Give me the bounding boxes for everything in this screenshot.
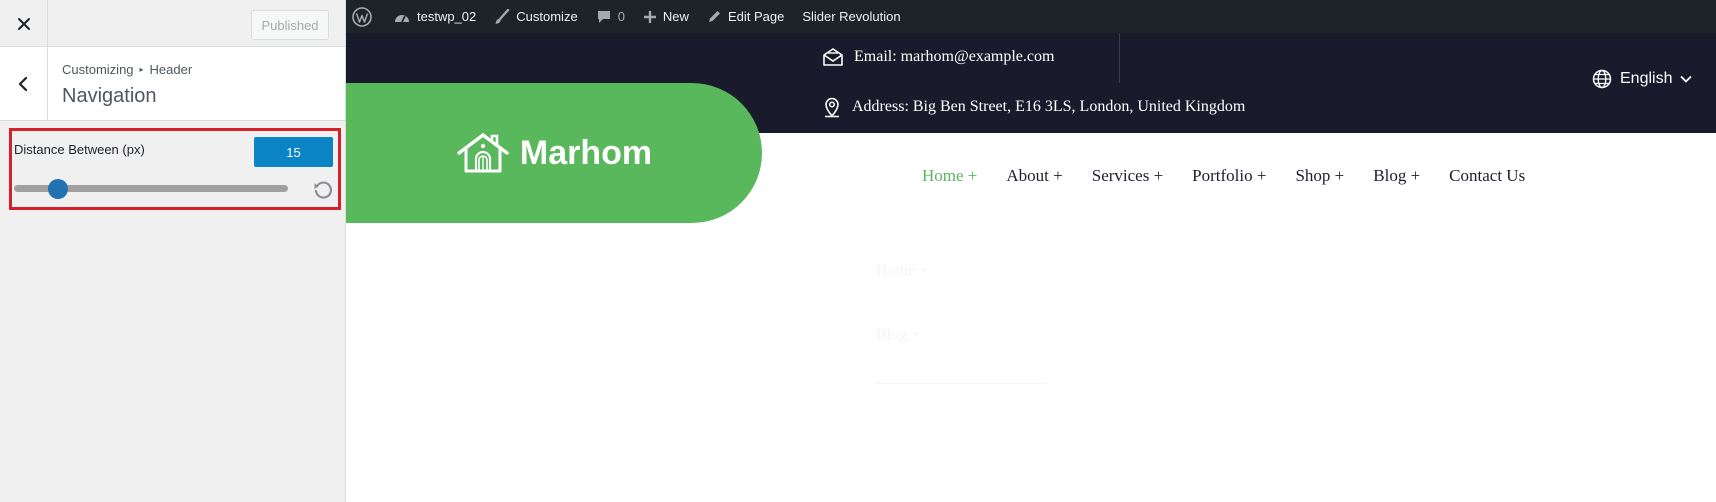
language-label: English: [1620, 70, 1673, 87]
customizer-header: Published: [0, 0, 345, 47]
house-icon: [457, 133, 509, 173]
admin-bar: testwp_02 Customize 0 New Edit Page Slid…: [346, 0, 1716, 33]
email-text[interactable]: Email: marhom@example.com: [854, 48, 1054, 66]
logo-text: Marhom: [519, 133, 653, 172]
nav-item-services[interactable]: Services +: [1092, 166, 1163, 186]
section-title: Navigation: [62, 85, 157, 107]
header-address: Address: Big Ben Street, E16 3LS, London…: [822, 96, 1245, 118]
wordpress-menu[interactable]: [346, 0, 384, 33]
nav-item-contact[interactable]: Contact Us: [1449, 166, 1525, 186]
distance-slider-thumb[interactable]: [48, 179, 69, 199]
customize-link[interactable]: Customize: [485, 0, 586, 33]
main-navigation: Home + About + Services + Portfolio + Sh…: [922, 166, 1525, 186]
chevron-down-icon: [1680, 75, 1693, 83]
nav-item-portfolio[interactable]: Portfolio +: [1192, 166, 1266, 186]
topbar-divider: [1119, 33, 1120, 83]
address-text: Address: Big Ben Street, E16 3LS, London…: [852, 98, 1246, 115]
site-logo[interactable]: Marhom: [346, 83, 762, 223]
site-name: testwp_02: [417, 9, 477, 24]
breadcrumb: Customizing ▸ Header: [62, 62, 192, 77]
faded-divider: [876, 383, 1046, 384]
distance-value-input[interactable]: 15: [254, 137, 333, 167]
language-switcher[interactable]: English: [1592, 69, 1693, 89]
customize-label: Customize: [516, 9, 578, 24]
email-icon: [823, 48, 843, 66]
chevron-left-icon: [18, 76, 27, 91]
dashboard-icon: [395, 14, 409, 22]
site-name-link[interactable]: testwp_02: [384, 0, 485, 33]
faded-menu-item-blog: Blog +: [876, 326, 921, 343]
published-button[interactable]: Published: [251, 10, 329, 40]
header-email: Email: marhom@example.com: [822, 47, 1054, 67]
edit-page-link[interactable]: Edit Page: [698, 0, 793, 33]
globe-icon: [1592, 69, 1612, 89]
wordpress-icon: [352, 6, 372, 27]
close-button[interactable]: [0, 0, 48, 47]
comments-link[interactable]: 0: [587, 0, 634, 33]
new-label: New: [662, 9, 689, 24]
edit-page-label: Edit Page: [727, 9, 785, 24]
customizer-sidebar: Published Customizing ▸ Header Navigatio…: [0, 0, 346, 502]
nav-item-shop[interactable]: Shop +: [1295, 166, 1344, 186]
close-icon: [17, 17, 30, 30]
pencil-icon: [708, 11, 720, 22]
brush-icon: [495, 8, 510, 24]
faded-menu-item-home: Home +: [876, 262, 929, 279]
control-label: Distance Between (px): [14, 142, 145, 157]
comments-count: 0: [617, 9, 625, 24]
slider-revolution-link[interactable]: Slider Revolution: [793, 0, 909, 33]
plus-icon: [643, 10, 656, 23]
location-pin-icon: [825, 97, 839, 118]
new-content-link[interactable]: New: [634, 0, 698, 33]
site-preview: testwp_02 Customize 0 New Edit Page Slid…: [346, 0, 1716, 502]
slider-revolution-label: Slider Revolution: [802, 9, 901, 24]
breadcrumb-separator-icon: ▸: [139, 65, 144, 74]
breadcrumb-root: Customizing: [62, 62, 134, 77]
reset-icon[interactable]: [312, 179, 334, 201]
back-button[interactable]: [0, 47, 48, 120]
comment-icon: [597, 10, 610, 23]
nav-item-blog[interactable]: Blog +: [1373, 166, 1420, 186]
nav-item-about[interactable]: About +: [1006, 166, 1062, 186]
breadcrumb-parent: Header: [149, 62, 193, 77]
nav-item-home[interactable]: Home +: [922, 166, 977, 186]
distance-between-control: Distance Between (px) 15: [9, 128, 341, 210]
section-header: Customizing ▸ Header Navigation: [0, 47, 345, 121]
